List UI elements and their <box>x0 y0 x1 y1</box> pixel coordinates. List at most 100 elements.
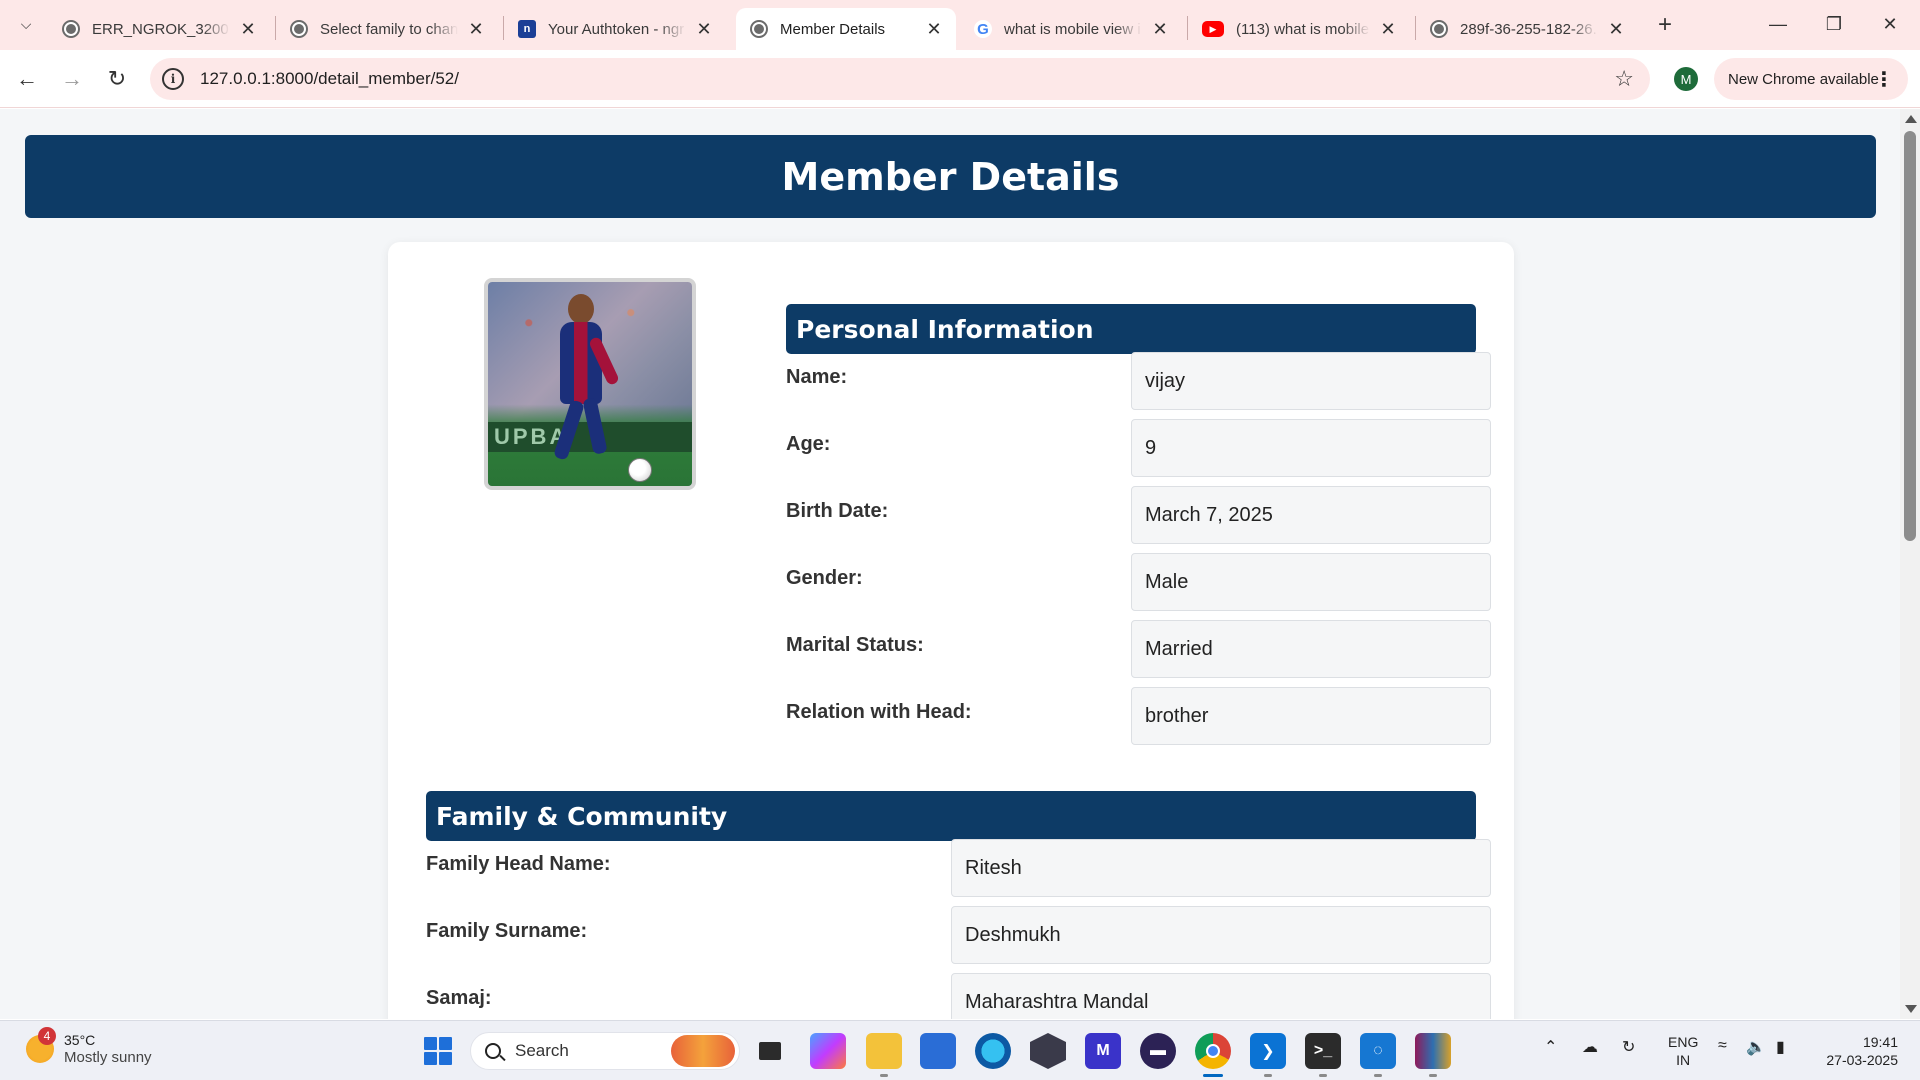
info-icon[interactable]: i <box>162 68 184 90</box>
windows-taskbar: 4 35°C Mostly sunny Search M ▬ ❯ >_ ◌ ⌃ … <box>0 1020 1920 1080</box>
notification-badge: 4 <box>38 1027 56 1045</box>
name-label: Name: <box>786 366 848 388</box>
plus-icon: + <box>1657 11 1672 38</box>
task-view-button[interactable] <box>752 1033 788 1069</box>
birth-date-label: Birth Date: <box>786 500 889 522</box>
update-label: New Chrome available <box>1728 70 1879 88</box>
close-icon[interactable]: ✕ <box>924 19 944 39</box>
sync-icon[interactable]: ↻ <box>1622 1037 1635 1057</box>
close-icon: ✕ <box>1882 13 1898 34</box>
tab-google-search[interactable]: G what is mobile view i ✕ <box>960 8 1182 50</box>
chevron-down-icon: ⌵ <box>20 15 32 32</box>
language-code: ENG <box>1668 1034 1699 1050</box>
close-icon[interactable]: ✕ <box>694 19 714 39</box>
volume-icon[interactable]: 🔈 <box>1746 1037 1766 1057</box>
tab-err-ngrok[interactable]: ERR_NGROK_3200 - T ✕ <box>48 8 270 50</box>
family-community-heading: Family & Community <box>426 791 1476 841</box>
tab-title: Select family to chan <box>320 20 458 38</box>
close-icon[interactable]: ✕ <box>1150 19 1170 39</box>
tab-youtube[interactable]: ▶ (113) what is mobile ✕ <box>1188 8 1410 50</box>
chevron-up-icon: ⌃ <box>1544 1039 1558 1056</box>
battery-icon[interactable]: ▮ <box>1776 1037 1785 1057</box>
scroll-down-icon[interactable] <box>1905 1005 1917 1013</box>
active-indicator <box>1203 1074 1223 1077</box>
eclipse-button[interactable]: ▬ <box>1140 1033 1176 1069</box>
globe-icon <box>290 20 308 38</box>
wifi-icon[interactable]: ≈ <box>1718 1037 1727 1055</box>
back-button[interactable]: ← <box>12 64 42 94</box>
update-chrome-button[interactable]: New Chrome available ⋮ <box>1714 58 1908 100</box>
clock-time: 19:41 <box>1862 1034 1898 1050</box>
page-scrollbar[interactable] <box>1900 109 1920 1019</box>
language-indicator[interactable]: ENG IN <box>1668 1033 1698 1069</box>
system-clock[interactable]: 19:41 27-03-2025 <box>1810 1033 1898 1069</box>
star-icon[interactable]: ☆ <box>1614 66 1634 92</box>
winrar-button[interactable] <box>1415 1033 1451 1069</box>
tab-title: Member Details <box>780 20 886 38</box>
new-tab-button[interactable]: + <box>1650 10 1680 40</box>
running-indicator <box>1264 1074 1272 1077</box>
tab-ngrok-authtoken[interactable]: n Your Authtoken - ngr ✕ <box>504 8 726 50</box>
profile-avatar[interactable]: M <box>1674 67 1698 91</box>
birth-date-value: March 7, 2025 <box>1131 486 1491 544</box>
close-icon[interactable]: ✕ <box>238 19 258 39</box>
marital-status-value: Married <box>1131 620 1491 678</box>
dev-tool-button[interactable] <box>1030 1033 1066 1069</box>
family-surname-value: Deshmukh <box>951 906 1491 964</box>
tab-title: 289f-36-255-182-26. <box>1460 20 1597 38</box>
close-icon[interactable]: ✕ <box>466 19 486 39</box>
samaj-value: Maharashtra Mandal <box>951 973 1491 1019</box>
arrow-right-icon: → <box>61 66 83 91</box>
terminal-button[interactable]: >_ <box>1305 1033 1341 1069</box>
start-button[interactable] <box>420 1033 456 1069</box>
reload-button[interactable]: ↻ <box>102 64 132 94</box>
vscode-button[interactable]: ❯ <box>1250 1033 1286 1069</box>
app-button[interactable]: M <box>1085 1033 1121 1069</box>
scroll-up-icon[interactable] <box>1905 115 1917 123</box>
edge-button[interactable] <box>975 1033 1011 1069</box>
show-hidden-icons-button[interactable]: ⌃ <box>1544 1037 1557 1057</box>
minimize-icon: — <box>1769 13 1787 34</box>
age-label: Age: <box>786 433 831 455</box>
taskbar-search[interactable]: Search <box>470 1032 740 1070</box>
minimize-button[interactable]: — <box>1750 0 1806 48</box>
search-placeholder: Search <box>515 1041 569 1060</box>
snipping-tool-button[interactable]: ◌ <box>1360 1033 1396 1069</box>
player-body-shape <box>560 322 602 404</box>
tab-select-family[interactable]: Select family to chan ✕ <box>276 8 498 50</box>
relation-label: Relation with Head: <box>786 701 972 723</box>
running-indicator <box>1374 1074 1382 1077</box>
tab-search-button[interactable]: ⌵ <box>12 10 40 38</box>
tab-member-details[interactable]: Member Details ✕ <box>736 8 956 50</box>
forward-button[interactable]: → <box>57 64 87 94</box>
file-explorer-button[interactable] <box>866 1033 902 1069</box>
sun-icon: 4 <box>26 1027 56 1063</box>
close-icon[interactable]: ✕ <box>1378 19 1398 39</box>
restore-button[interactable]: ❐ <box>1806 0 1862 48</box>
weather-condition: Mostly sunny <box>64 1049 152 1066</box>
tab-ngrok-url[interactable]: 289f-36-255-182-26. ✕ <box>1416 8 1638 50</box>
scroll-thumb[interactable] <box>1904 131 1916 541</box>
weather-text: 35°C Mostly sunny <box>64 1031 152 1067</box>
snip-icon: ◌ <box>1373 1042 1383 1059</box>
age-value: 9 <box>1131 419 1491 477</box>
address-bar[interactable]: i 127.0.0.1:8000/detail_member/52/ ☆ <box>150 58 1650 100</box>
tab-title: what is mobile view i <box>1004 20 1141 38</box>
member-card: UPBA Personal Information Name: vijay Ag… <box>388 242 1514 1019</box>
close-window-button[interactable]: ✕ <box>1862 0 1918 48</box>
microsoft-store-button[interactable] <box>920 1033 956 1069</box>
name-value: vijay <box>1131 352 1491 410</box>
chrome-button[interactable] <box>1195 1033 1231 1069</box>
weather-widget[interactable]: 4 35°C Mostly sunny <box>26 1027 152 1067</box>
running-indicator <box>880 1074 888 1077</box>
search-highlight-icon <box>671 1035 735 1067</box>
more-menu-icon[interactable]: ⋮ <box>1874 67 1894 92</box>
onedrive-icon[interactable]: ☁ <box>1582 1037 1598 1057</box>
chrome-icon <box>1206 1044 1220 1058</box>
copilot-button[interactable] <box>810 1033 846 1069</box>
url-text[interactable]: 127.0.0.1:8000/detail_member/52/ <box>200 69 459 89</box>
tab-title: ERR_NGROK_3200 - T <box>92 20 230 38</box>
relation-value: brother <box>1131 687 1491 745</box>
member-photo-image: UPBA <box>488 282 692 486</box>
close-icon[interactable]: ✕ <box>1606 19 1626 39</box>
